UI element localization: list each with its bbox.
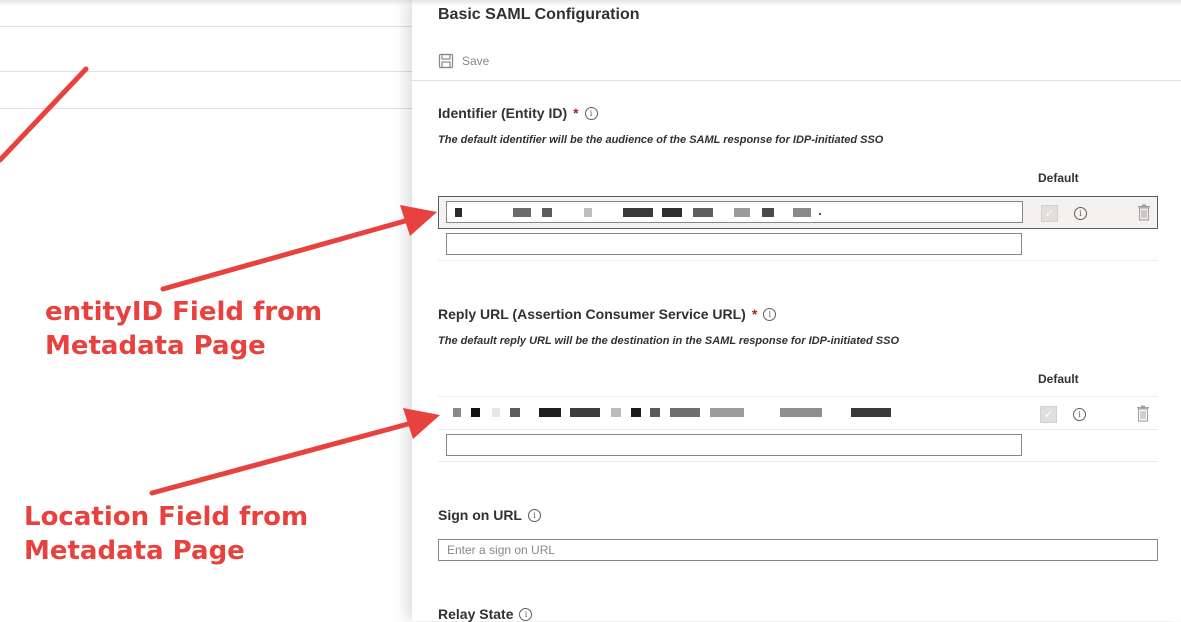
blade-title: Basic SAML Configuration [438,6,640,23]
identifier-default-checkbox[interactable]: ✓ [1041,205,1058,222]
reply-url-label: Reply URL (Assertion Consumer Service UR… [438,306,777,322]
reply-url-label-text: Reply URL (Assertion Consumer Service UR… [438,306,746,322]
sign-on-url-input[interactable] [438,539,1158,561]
reply-url-empty-input[interactable] [446,434,1022,456]
sign-on-url-label-text: Sign on URL [438,507,522,523]
identifier-row-selected[interactable]: ✓ i [438,196,1158,229]
identifier-label-text: Identifier (Entity ID) [438,105,568,121]
background-divider [0,108,412,109]
required-mark: * [573,105,579,121]
row-divider [438,260,1158,261]
relay-state-label: Relay State i [438,606,533,622]
reply-url-default-header: Default [1038,372,1079,386]
toolbar-divider [412,80,1181,81]
row-divider [438,461,1158,462]
identifier-default-header: Default [1038,171,1079,185]
info-icon[interactable]: i [519,607,533,621]
identifier-hint: The default identifier will be the audie… [438,134,884,146]
info-icon[interactable]: i [584,106,598,120]
delete-icon[interactable] [1137,204,1151,221]
background-divider [0,26,412,27]
annotation-entity-id-line1: entityID Field from [45,297,323,327]
relay-state-label-text: Relay State [438,606,514,622]
sign-on-url-label: Sign on URL i [438,507,541,523]
annotation-location: Location Field from Metadata Page [24,500,308,568]
info-icon[interactable]: i [528,508,541,522]
save-icon [438,53,454,69]
info-icon[interactable]: i [1074,207,1087,220]
reply-url-default-checkbox[interactable]: ✓ [1040,406,1057,423]
reply-url-hint: The default reply URL will be the destin… [438,335,900,347]
saml-config-blade: Basic SAML Configuration Save Identifier… [412,0,1181,622]
identifier-empty-input[interactable] [446,233,1022,255]
save-label: Save [462,54,490,68]
reply-url-row[interactable]: ✓ i [438,397,1158,429]
info-icon[interactable]: i [763,307,777,321]
annotation-entity-id: entityID Field from Metadata Page [45,295,322,363]
info-icon[interactable]: i [1073,408,1086,421]
delete-icon[interactable] [1136,405,1150,422]
save-button[interactable]: Save [438,53,489,69]
annotation-entity-id-line2: Metadata Page [45,331,266,361]
required-mark: * [751,306,758,322]
row-divider [438,429,1158,430]
identifier-label: Identifier (Entity ID) * i [438,105,598,121]
background-divider [0,71,412,72]
annotation-location-line1: Location Field from [24,502,309,532]
annotation-location-line2: Metadata Page [24,536,245,566]
